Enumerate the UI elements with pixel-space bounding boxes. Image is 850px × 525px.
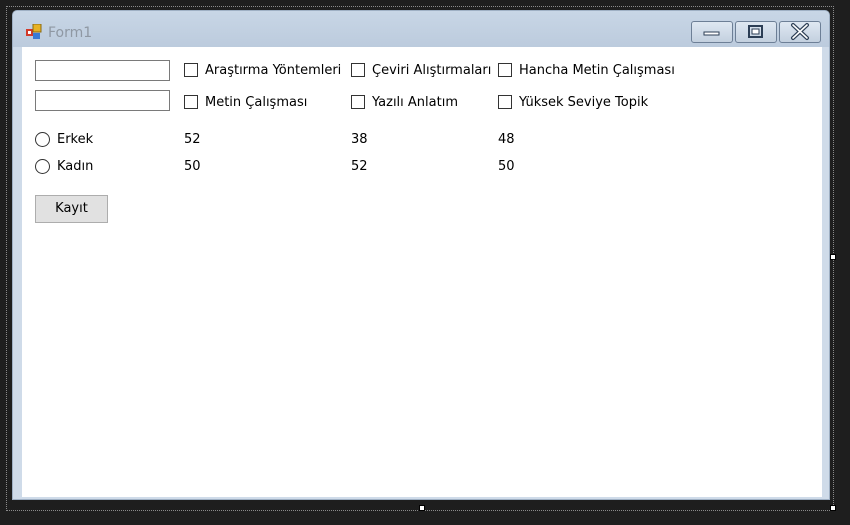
checkbox-hancha-metin-calismasi[interactable]: Hancha Metin Çalışması xyxy=(498,60,675,80)
form-icon xyxy=(26,24,42,39)
count-label: 38 xyxy=(351,132,368,147)
checkbox-label: Hancha Metin Çalışması xyxy=(519,62,675,78)
maximize-icon xyxy=(748,25,763,38)
checkbox-label: Çeviri Alıştırmaları xyxy=(372,62,492,78)
checkbox-yuksek-seviye-topik[interactable]: Yüksek Seviye Topik xyxy=(498,92,648,112)
count-label: 52 xyxy=(351,159,368,174)
form-client-area: Araştırma Yöntemleri Çeviri Alıştırmalar… xyxy=(22,47,822,497)
checkbox-label: Yüksek Seviye Topik xyxy=(519,94,649,110)
textbox-2[interactable] xyxy=(35,90,170,111)
radio-label: Kadın xyxy=(57,158,94,174)
checkbox-box[interactable] xyxy=(351,63,365,77)
radio-circle[interactable] xyxy=(35,158,50,174)
textbox-1[interactable] xyxy=(35,60,170,81)
resize-grip-bottom[interactable] xyxy=(419,505,425,511)
checkbox-box[interactable] xyxy=(498,95,512,109)
window-title: Form1 xyxy=(48,25,93,41)
checkbox-arastirma-yontemleri[interactable]: Araştırma Yöntemleri xyxy=(184,60,341,80)
checkbox-ceviri-alistirmalari[interactable]: Çeviri Alıştırmaları xyxy=(351,60,491,80)
close-icon xyxy=(791,23,809,40)
count-label: 48 xyxy=(498,132,515,147)
checkbox-box[interactable] xyxy=(498,63,512,77)
radio-kadin[interactable]: Kadın xyxy=(35,156,93,176)
checkbox-box[interactable] xyxy=(184,63,198,77)
checkbox-label: Araştırma Yöntemleri xyxy=(205,62,342,78)
maximize-button[interactable] xyxy=(735,21,777,43)
checkbox-box[interactable] xyxy=(184,95,198,109)
minimize-button[interactable] xyxy=(691,21,733,43)
radio-circle[interactable] xyxy=(35,131,50,147)
checkbox-label: Metin Çalışması xyxy=(205,94,308,110)
count-label: 50 xyxy=(498,159,515,174)
count-label: 50 xyxy=(184,159,201,174)
resize-grip-corner[interactable] xyxy=(830,505,836,511)
save-button[interactable]: Kayıt xyxy=(35,195,108,223)
form-window: Form1 Araştırma Yöntemleri Çeviri Alıştı… xyxy=(12,10,830,500)
checkbox-label: Yazılı Anlatım xyxy=(372,94,458,110)
count-label: 52 xyxy=(184,132,201,147)
radio-label: Erkek xyxy=(57,131,94,147)
checkbox-box[interactable] xyxy=(351,95,365,109)
title-bar[interactable]: Form1 xyxy=(13,11,829,47)
resize-grip-right[interactable] xyxy=(830,254,836,260)
radio-erkek[interactable]: Erkek xyxy=(35,129,93,149)
checkbox-yazili-anlatim[interactable]: Yazılı Anlatım xyxy=(351,92,458,112)
checkbox-metin-calismasi[interactable]: Metin Çalışması xyxy=(184,92,307,112)
minimize-icon xyxy=(703,31,720,36)
close-button[interactable] xyxy=(779,21,821,43)
